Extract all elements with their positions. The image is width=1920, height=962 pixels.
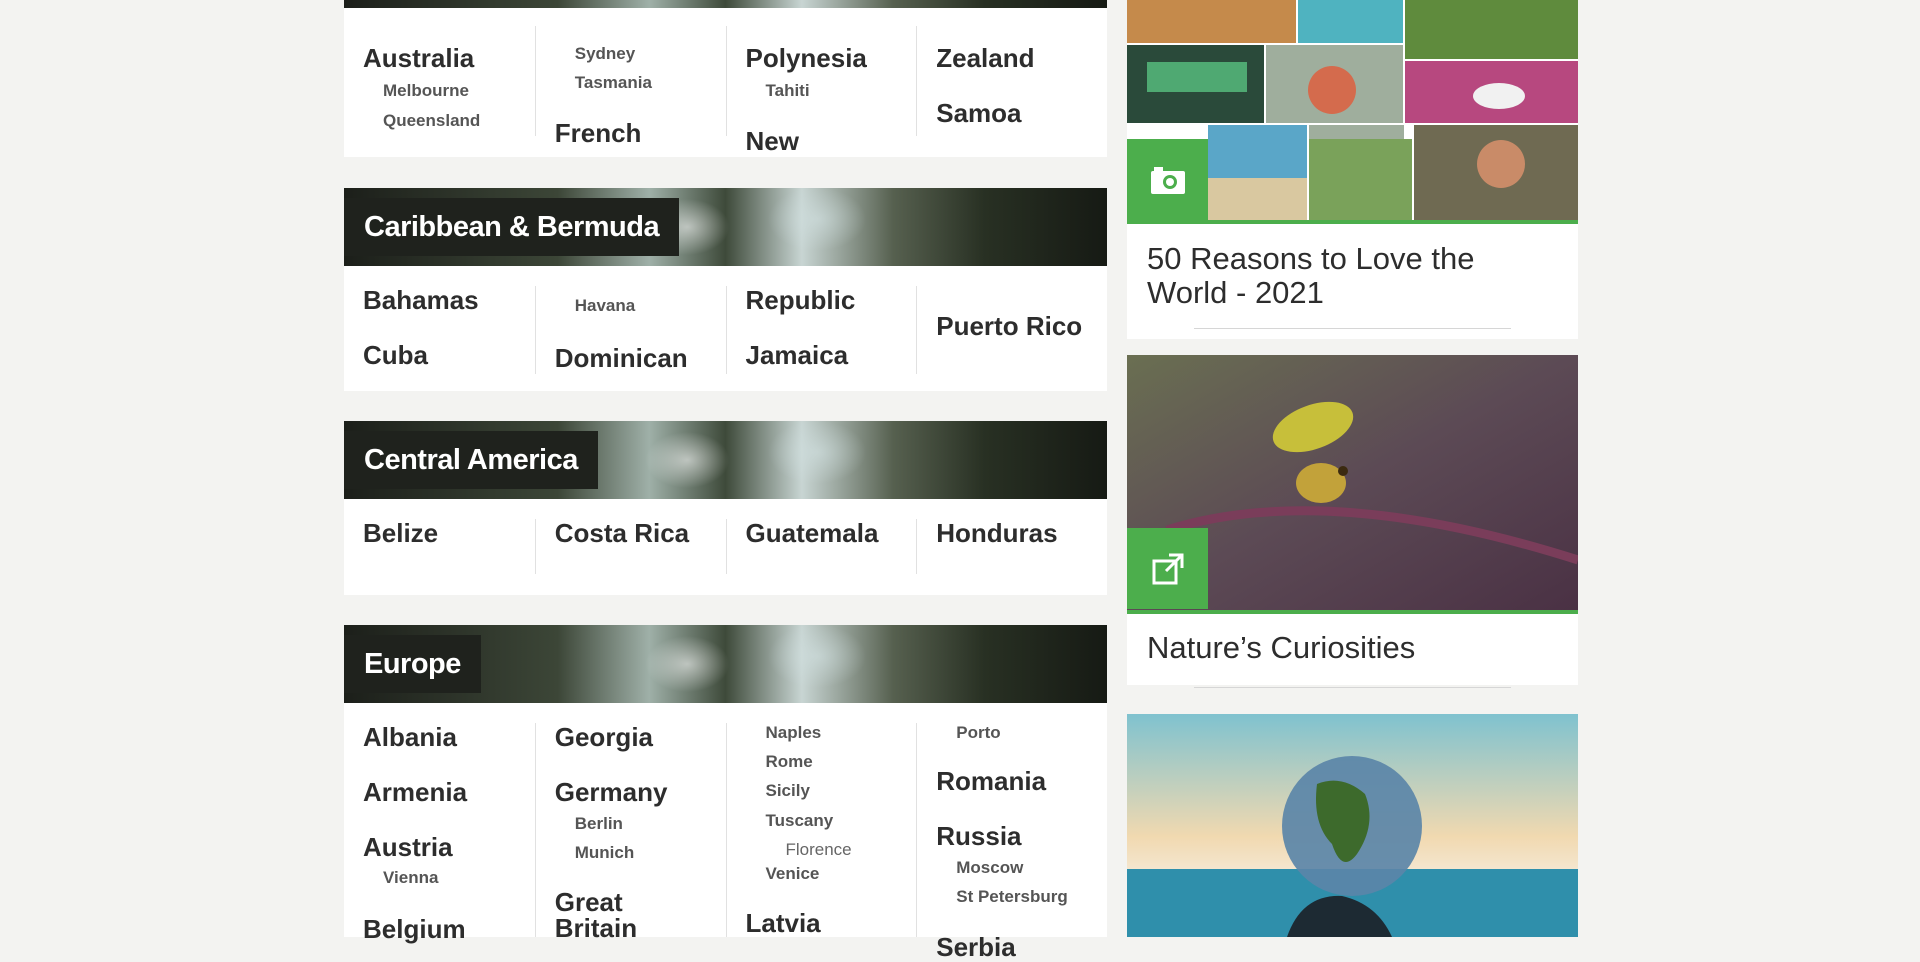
country-link[interactable]: Dominican xyxy=(555,344,688,372)
accent-bar xyxy=(1127,220,1578,224)
australasia-col-3: Polynesia Tahiti New xyxy=(725,26,917,155)
city-link[interactable]: Melbourne xyxy=(383,81,469,101)
region-title[interactable]: Central America xyxy=(344,431,598,489)
country-link[interactable]: New xyxy=(746,127,799,155)
country-link[interactable]: Serbia xyxy=(936,933,1016,961)
city-link[interactable]: Venice xyxy=(766,864,820,884)
central-america-col-4: Honduras xyxy=(916,519,1107,574)
australasia-col-1: Australia Melbourne Queensland xyxy=(344,26,535,156)
feature-card-globe[interactable] xyxy=(1127,714,1578,937)
caribbean-banner: Caribbean & Bermuda xyxy=(344,188,1107,266)
central-america-col-1: Belize xyxy=(344,519,535,574)
australasia-banner xyxy=(344,0,1107,8)
europe-col-4: Porto Romania Russia Moscow St Petersbur… xyxy=(916,723,1107,961)
caribbean-col-2: Havana Dominican xyxy=(534,286,726,374)
caribbean-col-3: Republic Jamaica xyxy=(725,286,917,374)
external-link-icon xyxy=(1127,528,1208,609)
feature-card-50-reasons[interactable]: 50 Reasons to Love the World - 2021 xyxy=(1127,0,1578,339)
city-link[interactable]: Rome xyxy=(766,752,813,772)
city-link[interactable]: Vienna xyxy=(383,868,438,888)
country-link[interactable]: Costa Rica xyxy=(555,519,689,547)
region-title[interactable]: Europe xyxy=(344,635,481,693)
country-link[interactable]: Russia xyxy=(936,822,1021,850)
town-link[interactable]: Florence xyxy=(786,840,852,860)
city-link[interactable]: Berlin xyxy=(575,814,623,834)
europe-col-2: Georgia Germany Berlin Munich Great Brit… xyxy=(534,723,726,942)
central-america-col-2: Costa Rica xyxy=(534,519,726,574)
country-link[interactable]: Republic xyxy=(746,286,856,314)
central-america-col-3: Guatemala xyxy=(725,519,917,574)
caribbean-col-4: Puerto Rico xyxy=(916,286,1107,374)
country-link[interactable]: Great xyxy=(555,888,623,916)
divider xyxy=(1194,687,1511,688)
europe-col-1: Albania Armenia Austria Vienna Belgium xyxy=(344,723,535,943)
country-link[interactable]: Britain xyxy=(555,914,637,942)
city-link[interactable]: Naples xyxy=(766,723,822,743)
region-caribbean: Bahamas Cuba Havana Dominican Republic J… xyxy=(344,266,1107,391)
city-link[interactable]: Tasmania xyxy=(575,73,652,93)
australasia-col-2: Sydney Tasmania French xyxy=(534,26,726,147)
city-link[interactable]: Tahiti xyxy=(766,81,810,101)
camera-icon xyxy=(1127,139,1208,220)
country-link[interactable]: Polynesia xyxy=(746,44,867,72)
country-link[interactable]: Albania xyxy=(363,723,457,751)
country-link[interactable]: Bahamas xyxy=(363,286,479,314)
country-link[interactable]: Zealand xyxy=(936,44,1034,72)
card-title[interactable]: 50 Reasons to Love the World - 2021 xyxy=(1147,242,1557,310)
city-link[interactable]: Sicily xyxy=(766,781,810,801)
country-link[interactable]: Honduras xyxy=(936,519,1057,547)
region-central-america: Belize Costa Rica Guatemala Honduras xyxy=(344,499,1107,595)
city-link[interactable]: Tuscany xyxy=(766,811,834,831)
city-link[interactable]: St Petersburg xyxy=(956,887,1067,907)
country-link[interactable]: Austria xyxy=(363,833,453,861)
city-link[interactable]: Sydney xyxy=(575,44,635,64)
country-link[interactable]: Samoa xyxy=(936,99,1021,127)
country-link[interactable]: Belgium xyxy=(363,915,466,943)
accent-bar xyxy=(1127,610,1578,614)
city-link[interactable]: Moscow xyxy=(956,858,1023,878)
card-title[interactable]: Nature’s Curiosities xyxy=(1147,631,1557,665)
region-title[interactable]: Caribbean & Bermuda xyxy=(344,198,680,256)
country-link[interactable]: Guatemala xyxy=(746,519,879,547)
country-link[interactable]: Romania xyxy=(936,767,1046,795)
australasia-col-4: Zealand Samoa xyxy=(916,26,1107,136)
city-link[interactable]: Munich xyxy=(575,843,635,863)
region-australasia: Australia Melbourne Queensland Sydney Ta… xyxy=(344,8,1107,157)
country-link[interactable]: Georgia xyxy=(555,723,653,751)
city-link[interactable]: Queensland xyxy=(383,111,480,131)
globe-image xyxy=(1127,714,1578,937)
country-link[interactable]: Belize xyxy=(363,519,438,547)
country-link[interactable]: Germany xyxy=(555,778,668,806)
globe-in-hand-photo xyxy=(1127,714,1578,937)
country-link[interactable]: Cuba xyxy=(363,341,428,369)
city-link[interactable]: Havana xyxy=(575,296,635,316)
country-link[interactable]: Jamaica xyxy=(746,341,849,369)
country-link[interactable]: Australia xyxy=(363,44,474,72)
caribbean-col-1: Bahamas Cuba xyxy=(344,286,535,374)
central-america-banner: Central America xyxy=(344,421,1107,499)
divider xyxy=(1194,328,1511,329)
region-europe: Albania Armenia Austria Vienna Belgium G… xyxy=(344,703,1107,961)
country-link[interactable]: French xyxy=(555,119,642,147)
country-link[interactable]: Puerto Rico xyxy=(936,312,1082,340)
europe-banner: Europe xyxy=(344,625,1107,703)
country-link[interactable]: Latvia xyxy=(746,909,821,937)
city-link[interactable]: Porto xyxy=(956,723,1000,743)
europe-col-3: Naples Rome Sicily Tuscany Florence Veni… xyxy=(725,723,917,937)
country-link[interactable]: Armenia xyxy=(363,778,467,806)
feature-card-natures-curiosities[interactable]: Nature’s Curiosities xyxy=(1127,355,1578,688)
